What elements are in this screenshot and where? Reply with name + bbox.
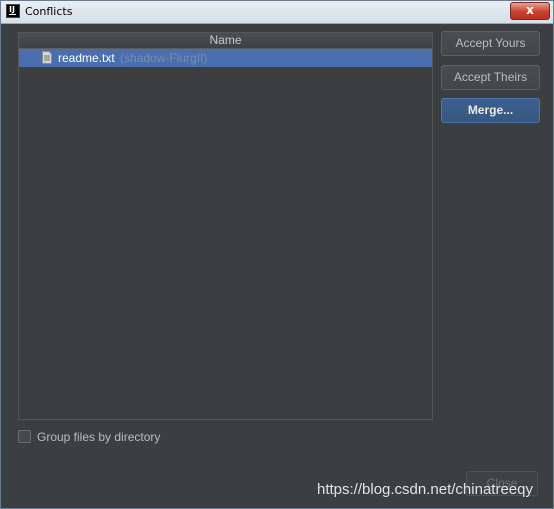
intellij-app-icon: IJ xyxy=(6,4,20,18)
window-close-button[interactable]: x xyxy=(510,2,550,20)
conflicts-file-list[interactable]: Name readme.txt (shadow-FlurgII) xyxy=(18,32,433,420)
group-by-directory-label: Group files by directory xyxy=(37,430,161,444)
file-row[interactable]: readme.txt (shadow-FlurgII) xyxy=(19,49,432,67)
text-file-icon xyxy=(42,51,52,64)
title-bar[interactable]: IJ Conflicts x xyxy=(1,1,553,24)
group-by-directory-option[interactable]: Group files by directory xyxy=(18,430,318,446)
column-header-name[interactable]: Name xyxy=(19,33,432,49)
merge-button[interactable]: Merge... xyxy=(441,98,540,123)
file-path: (shadow-FlurgII) xyxy=(120,51,208,65)
file-name: readme.txt xyxy=(58,51,115,65)
accept-yours-button[interactable]: Accept Yours xyxy=(441,31,540,56)
group-by-directory-checkbox[interactable] xyxy=(18,430,31,443)
window-title: Conflicts xyxy=(25,5,73,18)
accept-theirs-button[interactable]: Accept Theirs xyxy=(441,65,540,90)
watermark-url: https://blog.csdn.net/chinatreeqy xyxy=(317,481,533,498)
conflicts-dialog: IJ Conflicts x Name readme.txt (shadow-F… xyxy=(0,0,554,509)
close-icon: x xyxy=(526,3,534,17)
